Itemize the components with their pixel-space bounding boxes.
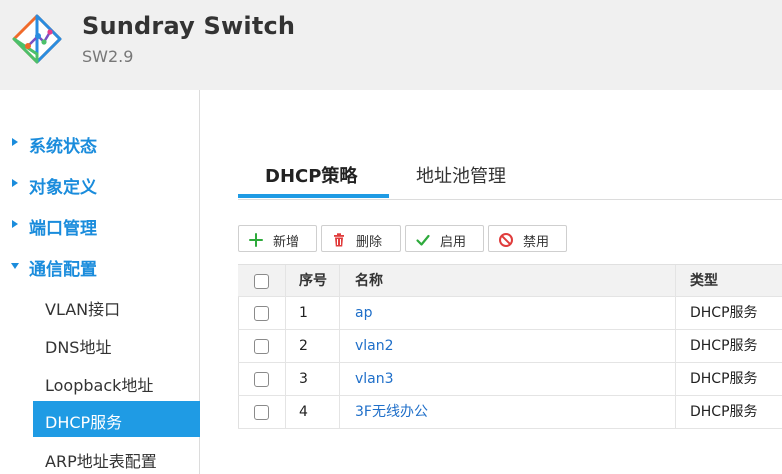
sidebar-group-label: 对象定义 (29, 178, 97, 198)
column-divider (285, 265, 286, 298)
table-header-row: 序号 名称 类型 (238, 264, 782, 298)
row-index: 4 (299, 404, 308, 420)
table-row[interactable]: 1 ap DHCP服务 (238, 297, 782, 330)
select-all-checkbox[interactable] (254, 274, 269, 289)
row-name-link[interactable]: ap (355, 297, 372, 330)
enable-button[interactable]: 启用 (405, 225, 484, 252)
delete-button-label: 删除 (356, 235, 383, 250)
row-name-link[interactable]: vlan2 (355, 330, 394, 363)
sidebar-item-vlan-interface[interactable]: VLAN接口 (33, 288, 200, 324)
column-divider (675, 265, 676, 298)
column-divider (339, 363, 340, 396)
column-divider (675, 396, 676, 429)
column-divider (339, 396, 340, 429)
tab-dhcp-policy[interactable]: DHCP策略 (265, 162, 357, 198)
sidebar-item-arp-table-config[interactable]: ARP地址表配置 (33, 440, 200, 474)
plus-icon (249, 233, 263, 247)
sidebar-group-object-definition[interactable]: 对象定义 (0, 167, 200, 201)
column-divider (285, 330, 286, 363)
app-version: SW2.9 (82, 47, 134, 66)
add-button[interactable]: 新增 (238, 225, 317, 252)
sidebar-group-system-status[interactable]: 系统状态 (0, 126, 200, 160)
sidebar: 系统状态 对象定义 端口管理 通信配置 VLAN接口 DNS地址 Loopbac… (0, 90, 200, 474)
row-type: DHCP服务 (690, 404, 758, 420)
row-type: DHCP服务 (690, 305, 758, 321)
sidebar-item-label: VLAN接口 (45, 300, 121, 319)
sundray-logo-icon (12, 14, 62, 64)
row-checkbox[interactable] (254, 306, 269, 321)
disable-button[interactable]: 禁用 (488, 225, 567, 252)
row-type: DHCP服务 (690, 338, 758, 354)
add-button-label: 新增 (273, 235, 300, 250)
app-title: Sundray Switch (82, 12, 296, 40)
column-divider (675, 330, 676, 363)
row-name-link[interactable]: vlan3 (355, 363, 394, 396)
app-header: Sundray Switch SW2.9 (0, 0, 782, 90)
sidebar-group-port-management[interactable]: 端口管理 (0, 208, 200, 242)
column-header-name[interactable]: 名称 (355, 265, 383, 298)
caret-right-icon (12, 179, 18, 187)
table-row[interactable]: 2 vlan2 DHCP服务 (238, 330, 782, 363)
sidebar-item-label: ARP地址表配置 (45, 452, 157, 471)
column-divider (285, 396, 286, 429)
row-checkbox[interactable] (254, 405, 269, 420)
table-row[interactable]: 3 vlan3 DHCP服务 (238, 363, 782, 396)
sidebar-group-communication-config[interactable]: 通信配置 (0, 249, 200, 283)
row-checkbox[interactable] (254, 339, 269, 354)
active-tab-indicator (238, 194, 389, 198)
row-name-link[interactable]: 3F无线办公 (355, 396, 428, 429)
row-index: 3 (299, 371, 308, 387)
column-divider (675, 363, 676, 396)
prohibited-icon (499, 233, 513, 247)
sidebar-item-dns-address[interactable]: DNS地址 (33, 326, 200, 362)
row-type: DHCP服务 (690, 371, 758, 387)
row-checkbox[interactable] (254, 372, 269, 387)
column-divider (285, 363, 286, 396)
table-row[interactable]: 4 3F无线办公 DHCP服务 (238, 396, 782, 429)
column-divider (339, 265, 340, 298)
check-icon (416, 234, 430, 246)
sidebar-item-dhcp-service[interactable]: DHCP服务 (33, 401, 200, 437)
sidebar-item-label: DNS地址 (45, 338, 112, 357)
column-divider (285, 297, 286, 330)
sidebar-group-label: 端口管理 (29, 219, 97, 239)
column-divider (339, 330, 340, 363)
column-header-type[interactable]: 类型 (690, 265, 718, 298)
tab-bar: DHCP策略 地址池管理 (238, 150, 782, 200)
trash-icon (334, 233, 344, 247)
column-divider (339, 297, 340, 330)
caret-down-icon (11, 263, 19, 269)
sidebar-item-label: Loopback地址 (45, 376, 154, 395)
row-index: 2 (299, 338, 308, 354)
caret-right-icon (12, 220, 18, 228)
sidebar-group-label: 系统状态 (29, 137, 97, 157)
sidebar-item-loopback-address[interactable]: Loopback地址 (33, 364, 200, 400)
column-header-index: 序号 (299, 273, 327, 289)
delete-button[interactable]: 删除 (321, 225, 401, 252)
disable-button-label: 禁用 (523, 235, 550, 250)
column-divider (675, 297, 676, 330)
tab-address-pool-management[interactable]: 地址池管理 (416, 162, 506, 198)
enable-button-label: 启用 (440, 235, 467, 250)
row-index: 1 (299, 305, 308, 321)
sidebar-item-label: DHCP服务 (45, 413, 123, 432)
sidebar-group-label: 通信配置 (29, 260, 97, 280)
caret-right-icon (12, 138, 18, 146)
